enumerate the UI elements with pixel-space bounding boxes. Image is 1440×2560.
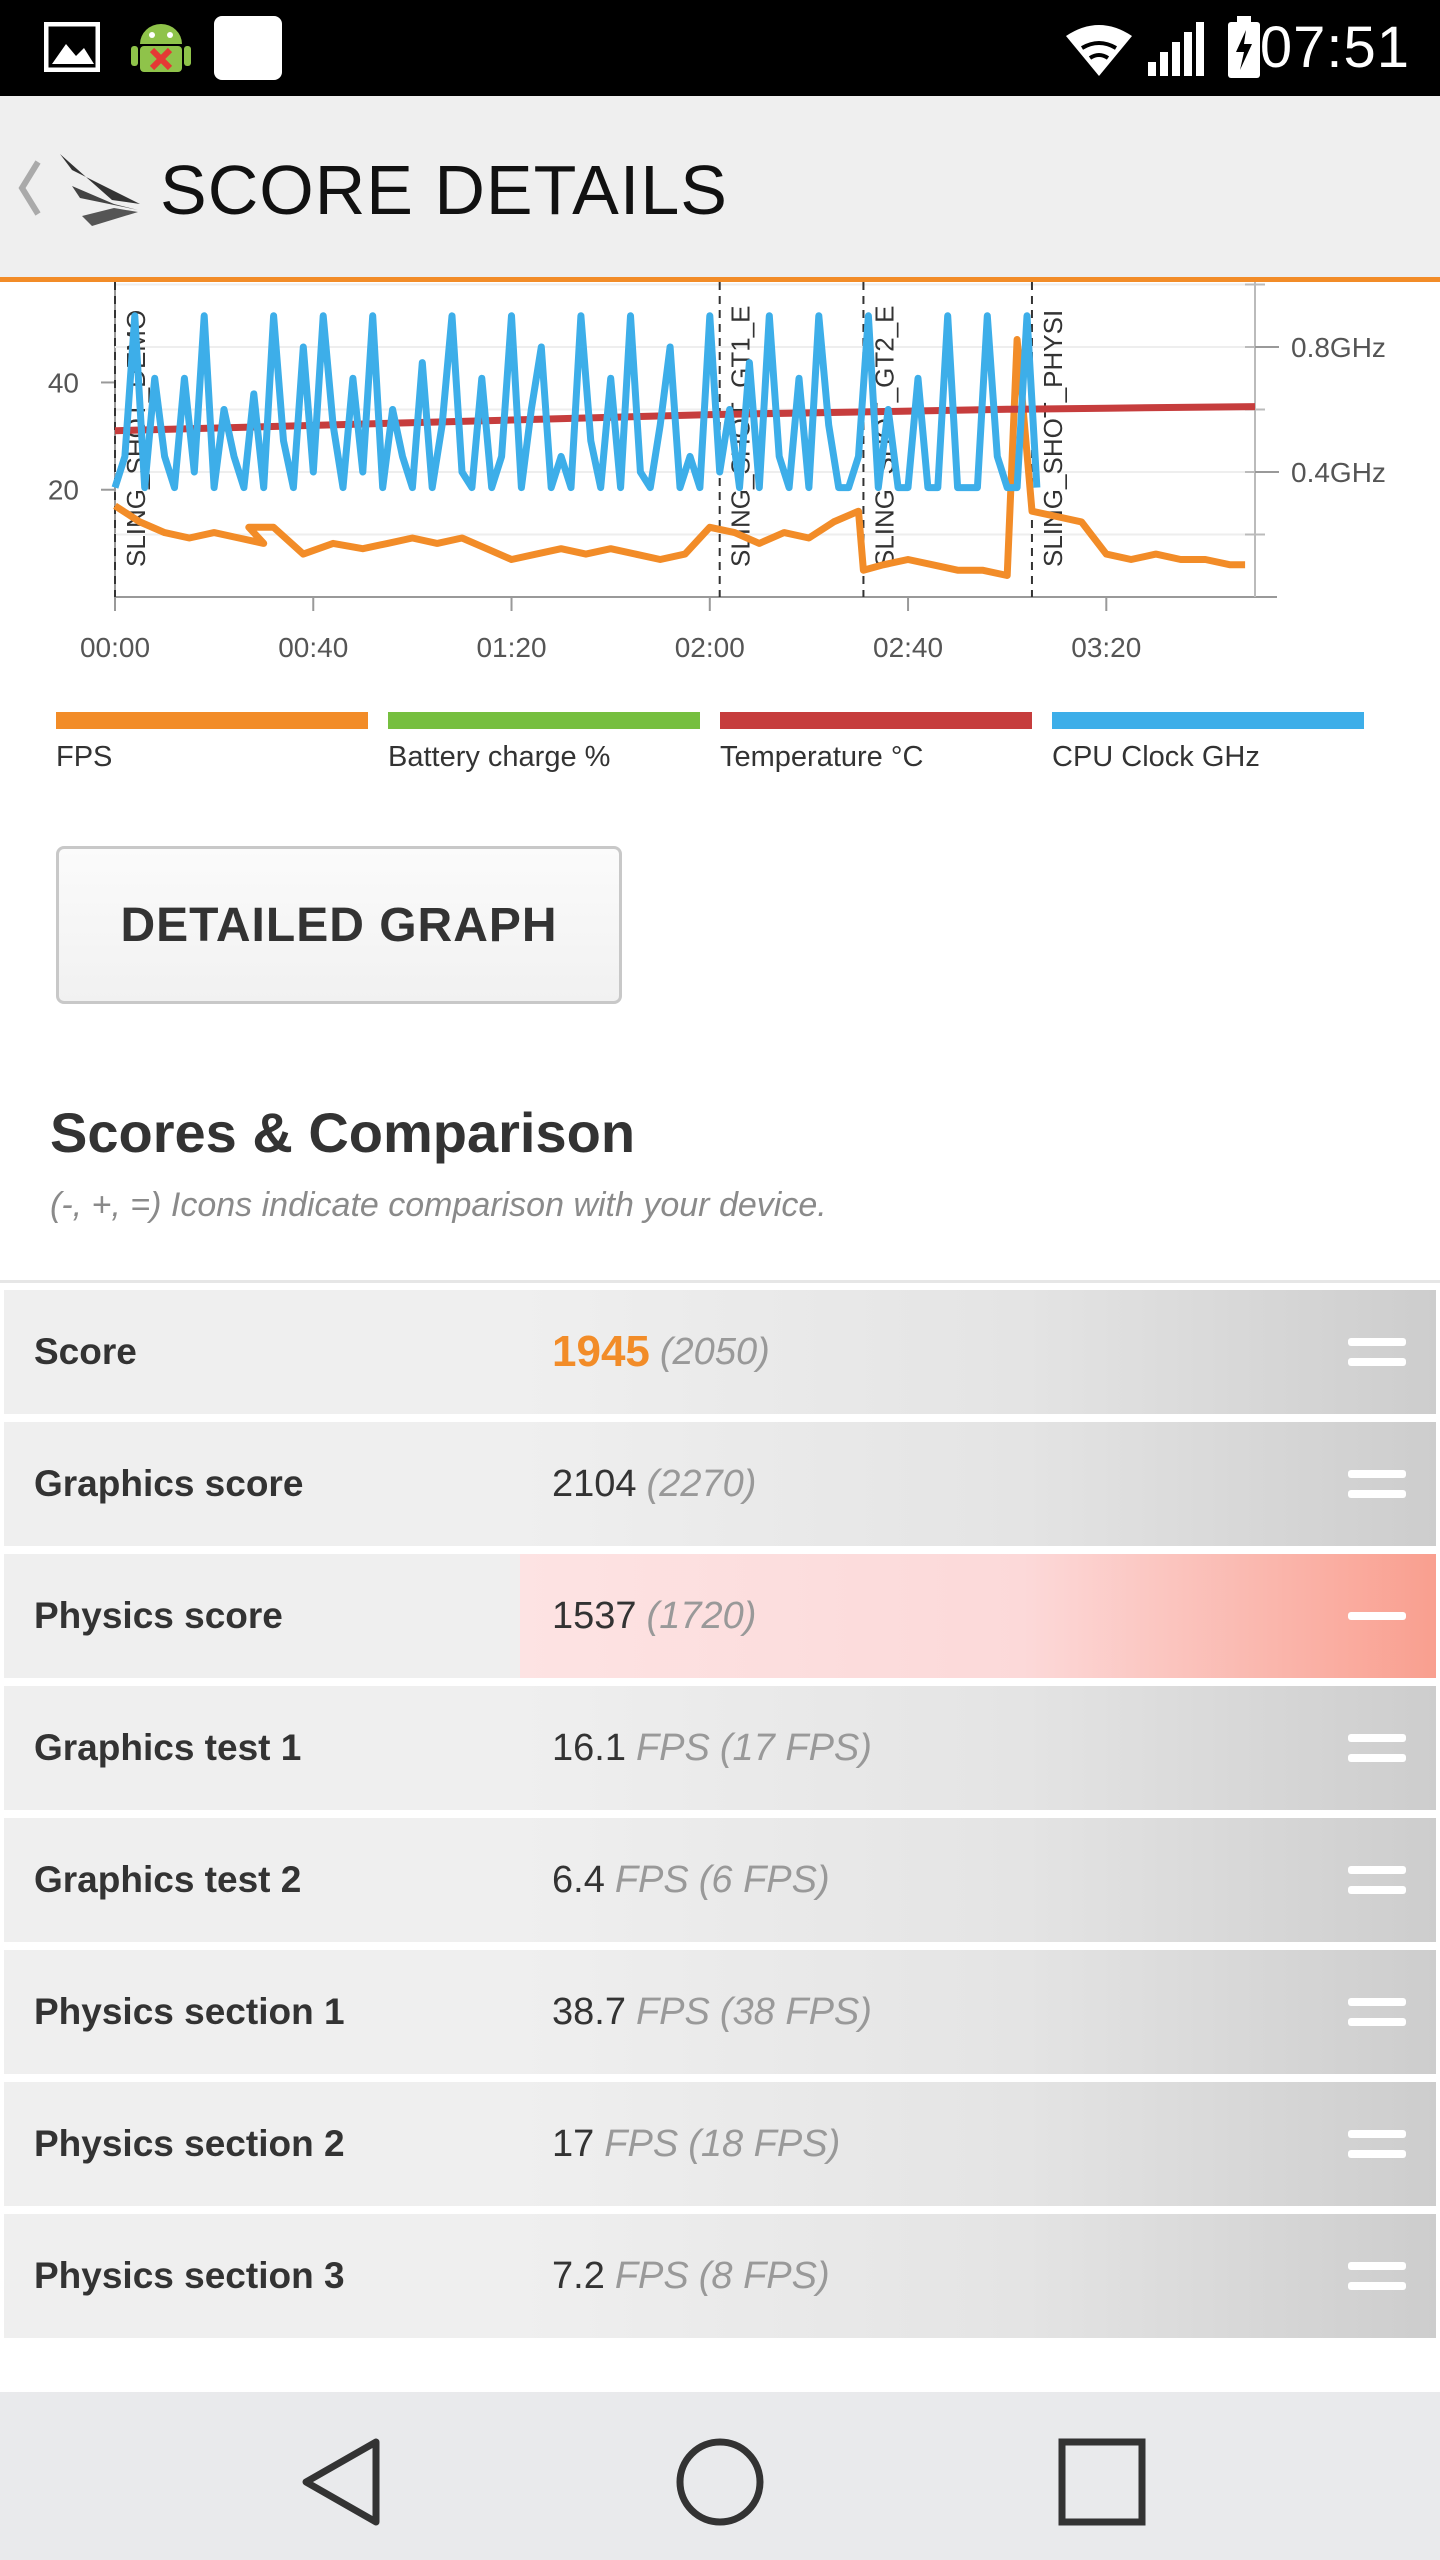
unit-label: FPS [614,1858,689,1901]
legend-item-cpu-clock: CPU Clock GHz [1052,712,1364,774]
row-value: 2104 (2270) [520,1422,1436,1546]
section-divider [0,1280,1440,1283]
unit-label: FPS [614,2254,689,2297]
row-label: Graphics test 1 [4,1686,520,1810]
legend-swatch-fps [56,712,368,729]
legend-label: Temperature °C [720,741,924,773]
table-row: Graphics test 1 16.1 FPS (17 FPS) [4,1686,1436,1810]
scores-subtitle: (-, +, =) Icons indicate comparison with… [50,1186,827,1224]
score-value: 7.2 [552,2254,605,2297]
battery-charging-icon [1228,16,1260,78]
table-row: Physics section 3 7.2 FPS (8 FPS) [4,2214,1436,2338]
row-value: 1945 (2050) [520,1290,1436,1414]
reference-value: (17 FPS) [719,1726,872,1769]
phase-marker-label: SLING_SHOT_PHYSI [1038,310,1068,567]
table-row: Physics section 2 17 FPS (18 FPS) [4,2082,1436,2206]
y-tick-label: 20 [48,475,79,506]
y-right-tick-label: 0.8GHz [1291,332,1386,363]
x-tick-label: 03:20 [1071,632,1141,663]
score-value: 16.1 [552,1726,626,1769]
score-value: 17 [552,2122,595,2165]
y-tick-label: 40 [48,367,79,398]
reference-value: (8 FPS) [698,2254,830,2297]
row-value: 38.7 FPS (38 FPS) [520,1950,1436,2074]
unit-label: FPS [635,1726,710,1769]
table-row: Physics score 1537 (1720) [4,1554,1436,1678]
app-logo-icon [60,154,140,226]
legend-item-battery: Battery charge % [388,712,700,774]
row-label: Graphics score [4,1422,520,1546]
scores-heading: Scores & Comparison [50,1101,636,1164]
y-right-tick-label: 0.4GHz [1291,457,1386,488]
x-tick-label: 00:40 [278,632,348,663]
row-label: Physics section 2 [4,2082,520,2206]
wifi-icon [1066,25,1132,76]
reference-value: (18 FPS) [688,2122,841,2165]
legend-label: Battery charge % [388,741,611,773]
x-tick-label: 01:20 [476,632,546,663]
row-value: 6.4 FPS (6 FPS) [520,1818,1436,1942]
equal-icon [1348,1470,1406,1498]
android-debug-icon [131,24,191,72]
reference-value: (2270) [646,1462,757,1505]
score-value: 1945 [552,1327,650,1376]
back-icon[interactable] [296,2432,386,2532]
legend-item-temperature: Temperature °C [720,712,1032,774]
legend-swatch-temperature [720,712,1032,729]
x-tick-label: 00:00 [80,632,150,663]
performance-chart: 00:00 00:40 01:20 02:00 02:40 03:20 20 40 0.4GHz… [48,282,1386,663]
row-label: Physics section 1 [4,1950,520,2074]
status-bar: 07:51 [0,0,1440,96]
reference-value: (1720) [646,1594,757,1637]
back-chevron-icon[interactable] [14,156,44,220]
row-value: 7.2 FPS (8 FPS) [520,2214,1436,2338]
navigation-bar [0,2392,1440,2560]
equal-icon [1348,2130,1406,2158]
reference-value: (6 FPS) [698,1858,830,1901]
score-value: 38.7 [552,1990,626,2033]
legend-label: FPS [56,741,113,773]
score-value: 2104 [552,1462,637,1505]
row-value: 1537 (1720) [520,1554,1436,1678]
blank-notification-icon [214,16,282,80]
signal-icon [1148,22,1204,76]
row-label: Graphics test 2 [4,1818,520,1942]
table-row: Score 1945 (2050) [4,1290,1436,1414]
row-value: 16.1 FPS (17 FPS) [520,1686,1436,1810]
table-row: Physics section 1 38.7 FPS (38 FPS) [4,1950,1436,2074]
equal-icon [1348,1338,1406,1366]
table-row: Graphics test 2 6.4 FPS (6 FPS) [4,1818,1436,1942]
page-title: SCORE DETAILS [160,151,728,229]
equal-icon [1348,1866,1406,1894]
row-label: Physics score [4,1554,520,1678]
equal-icon [1348,2262,1406,2290]
table-row: Graphics score 2104 (2270) [4,1422,1436,1546]
legend-item-fps: FPS [56,712,368,774]
x-tick-label: 02:40 [873,632,943,663]
reference-value: (38 FPS) [719,1990,872,2033]
row-label: Score [4,1290,520,1414]
legend-swatch-battery [388,712,700,729]
legend-swatch-cpu-clock [1052,712,1364,729]
image-notification-icon [44,22,100,72]
equal-icon [1348,1734,1406,1762]
chart-legend: FPS Battery charge % Temperature °C CPU … [0,712,1440,792]
detailed-graph-button[interactable]: DETAILED GRAPH [56,846,622,1004]
recents-icon[interactable] [1056,2432,1148,2532]
score-value: 6.4 [552,1858,605,1901]
home-icon[interactable] [674,2432,766,2532]
x-tick-label: 02:00 [675,632,745,663]
unit-label: FPS [604,2122,679,2165]
score-value: 1537 [552,1594,637,1637]
row-label: Physics section 3 [4,2214,520,2338]
unit-label: FPS [635,1990,710,2033]
row-value: 17 FPS (18 FPS) [520,2082,1436,2206]
reference-value: (2050) [659,1330,770,1373]
status-time: 07:51 [1259,15,1410,80]
app-bar: SCORE DETAILS [0,96,1440,282]
equal-icon [1348,1998,1406,2026]
legend-label: CPU Clock GHz [1052,741,1260,773]
minus-icon [1348,1612,1406,1620]
